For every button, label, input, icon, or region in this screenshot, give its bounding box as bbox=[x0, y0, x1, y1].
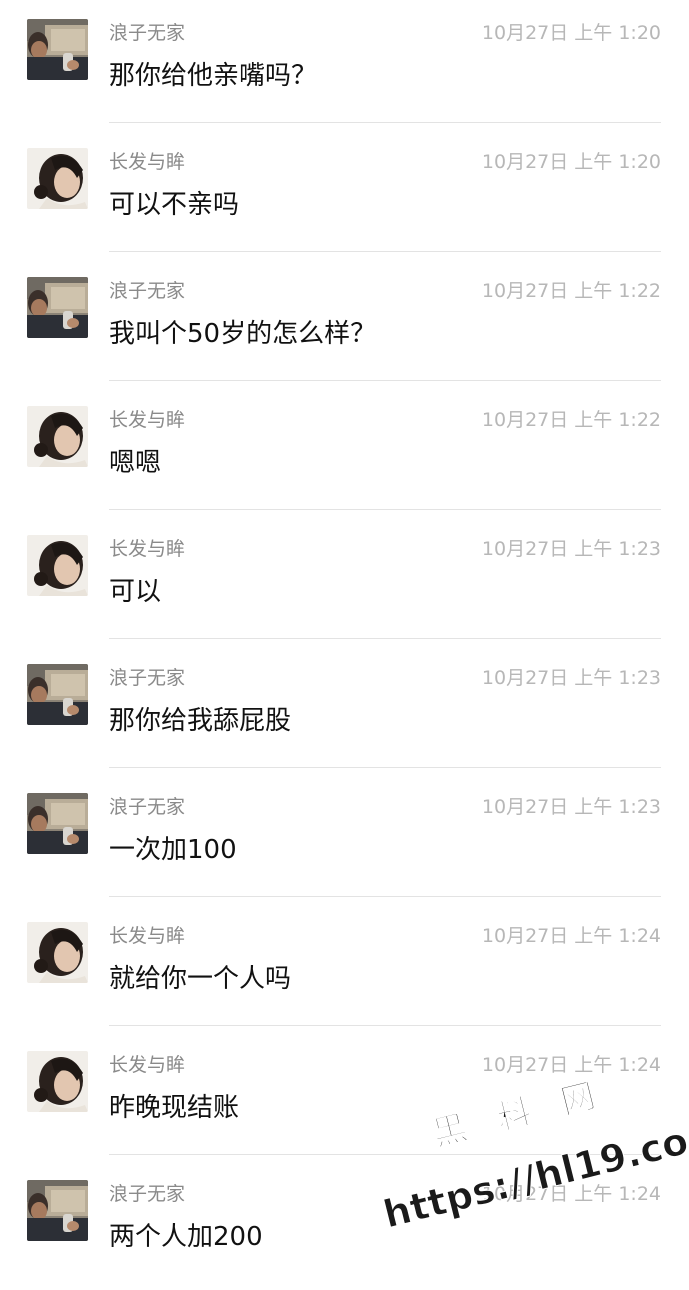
message-item[interactable]: 长发与眸 10月27日 上午 1:23 可以 bbox=[0, 516, 689, 645]
avatar[interactable] bbox=[27, 922, 88, 983]
divider bbox=[109, 767, 661, 768]
message-item[interactable]: 长发与眸 10月27日 上午 1:22 嗯嗯 bbox=[0, 387, 689, 516]
message-timestamp: 10月27日 上午 1:23 bbox=[481, 796, 661, 818]
message-text: 两个人加200 bbox=[109, 1222, 263, 1252]
message-list: 浪子无家 10月27日 上午 1:20 那你给他亲嘴吗？ 长发与眸 10月27日 上午 … bbox=[0, 0, 689, 1280]
message-item[interactable]: 长发与眸 10月27日 上午 1:20 可以不亲吗 bbox=[0, 129, 689, 258]
message-text: 那你给我舔屁股 bbox=[109, 706, 292, 736]
message-timestamp: 10月27日 上午 1:22 bbox=[481, 280, 661, 302]
message-item[interactable]: 长发与眸 10月27日 上午 1:24 昨晚现结账 bbox=[0, 1032, 689, 1161]
divider bbox=[109, 1025, 661, 1026]
message-text: 一次加100 bbox=[109, 835, 237, 865]
divider bbox=[109, 122, 661, 123]
divider bbox=[109, 638, 661, 639]
message-timestamp: 10月27日 上午 1:23 bbox=[481, 538, 661, 560]
divider bbox=[109, 251, 661, 252]
message-item[interactable]: 浪子无家 10月27日 上午 1:23 一次加100 bbox=[0, 774, 689, 903]
sender-name: 浪子无家 bbox=[109, 796, 186, 818]
message-text: 那你给他亲嘴吗？ bbox=[109, 61, 318, 91]
message-timestamp: 10月27日 上午 1:23 bbox=[481, 667, 661, 689]
message-item[interactable]: 浪子无家 10月27日 上午 1:20 那你给他亲嘴吗？ bbox=[0, 0, 689, 129]
divider bbox=[109, 896, 661, 897]
message-timestamp: 10月27日 上午 1:20 bbox=[481, 22, 661, 44]
sender-name: 浪子无家 bbox=[109, 1183, 186, 1205]
divider bbox=[109, 380, 661, 381]
message-timestamp: 10月27日 上午 1:20 bbox=[481, 151, 661, 173]
sender-name: 浪子无家 bbox=[109, 667, 186, 689]
sender-name: 长发与眸 bbox=[109, 1054, 186, 1076]
sender-name: 长发与眸 bbox=[109, 409, 186, 431]
avatar[interactable] bbox=[27, 793, 88, 854]
divider bbox=[109, 1154, 661, 1155]
message-item[interactable]: 浪子无家 10月27日 上午 1:24 两个人加200 bbox=[0, 1161, 689, 1290]
avatar[interactable] bbox=[27, 148, 88, 209]
avatar[interactable] bbox=[27, 406, 88, 467]
message-timestamp: 10月27日 上午 1:24 bbox=[481, 1054, 661, 1076]
message-item[interactable]: 浪子无家 10月27日 上午 1:23 那你给我舔屁股 bbox=[0, 645, 689, 774]
message-text: 可以 bbox=[109, 577, 162, 607]
message-text: 可以不亲吗 bbox=[109, 190, 240, 220]
avatar[interactable] bbox=[27, 535, 88, 596]
avatar[interactable] bbox=[27, 664, 88, 725]
message-timestamp: 10月27日 上午 1:24 bbox=[481, 925, 661, 947]
sender-name: 浪子无家 bbox=[109, 280, 186, 302]
avatar[interactable] bbox=[27, 19, 88, 80]
message-item[interactable]: 浪子无家 10月27日 上午 1:22 我叫个50岁的怎么样？ bbox=[0, 258, 689, 387]
avatar[interactable] bbox=[27, 277, 88, 338]
message-text: 昨晚现结账 bbox=[109, 1093, 240, 1123]
avatar[interactable] bbox=[27, 1180, 88, 1241]
sender-name: 浪子无家 bbox=[109, 22, 186, 44]
sender-name: 长发与眸 bbox=[109, 538, 186, 560]
message-text: 就给你一个人吗 bbox=[109, 964, 292, 994]
divider bbox=[109, 509, 661, 510]
sender-name: 长发与眸 bbox=[109, 151, 186, 173]
message-text: 我叫个50岁的怎么样？ bbox=[109, 319, 377, 349]
message-item[interactable]: 长发与眸 10月27日 上午 1:24 就给你一个人吗 bbox=[0, 903, 689, 1032]
sender-name: 长发与眸 bbox=[109, 925, 186, 947]
avatar[interactable] bbox=[27, 1051, 88, 1112]
message-timestamp: 10月27日 上午 1:24 bbox=[481, 1183, 661, 1205]
message-text: 嗯嗯 bbox=[109, 448, 162, 478]
message-timestamp: 10月27日 上午 1:22 bbox=[481, 409, 661, 431]
